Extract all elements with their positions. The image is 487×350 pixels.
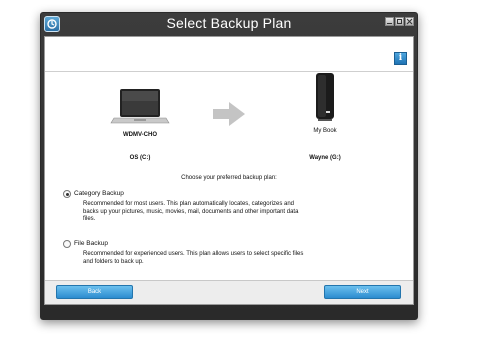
source-drive: OS (C:) [129, 155, 151, 161]
arrow-right-icon [211, 100, 247, 133]
content-panel: i WDMV-CHO My Book OS (C:) Wayne (G:) Ch… [44, 36, 414, 305]
title-bar[interactable]: Select Backup Plan [41, 13, 417, 35]
backup-plan-window: Select Backup Plan i WDMV-CHO My Book OS… [40, 12, 418, 320]
next-button[interactable]: Next [324, 285, 401, 299]
button-bar: Back Next [45, 280, 413, 304]
target-drive: Wayne (G:) [309, 155, 341, 161]
info-icon[interactable]: i [394, 52, 407, 65]
plan-prompt: Choose your preferred backup plan: [181, 175, 277, 181]
file-backup-label[interactable]: File Backup [74, 240, 108, 247]
external-drive-icon [312, 71, 338, 128]
file-backup-radio[interactable] [63, 240, 71, 248]
file-backup-description: Recommended for experienced users. This … [83, 251, 304, 265]
header-divider [45, 71, 413, 72]
category-backup-description: Recommended for most users. This plan au… [83, 201, 299, 222]
maximize-button[interactable] [395, 17, 404, 26]
laptop-icon [110, 87, 170, 132]
close-button[interactable] [405, 17, 414, 26]
category-backup-radio[interactable] [63, 190, 71, 198]
category-backup-label[interactable]: Category Backup [74, 190, 124, 197]
back-button[interactable]: Back [56, 285, 133, 299]
window-title: Select Backup Plan [166, 15, 292, 31]
target-device-name: My Book [313, 128, 337, 134]
source-computer-name: WDMV-CHO [123, 132, 157, 138]
minimize-button[interactable] [385, 17, 394, 26]
